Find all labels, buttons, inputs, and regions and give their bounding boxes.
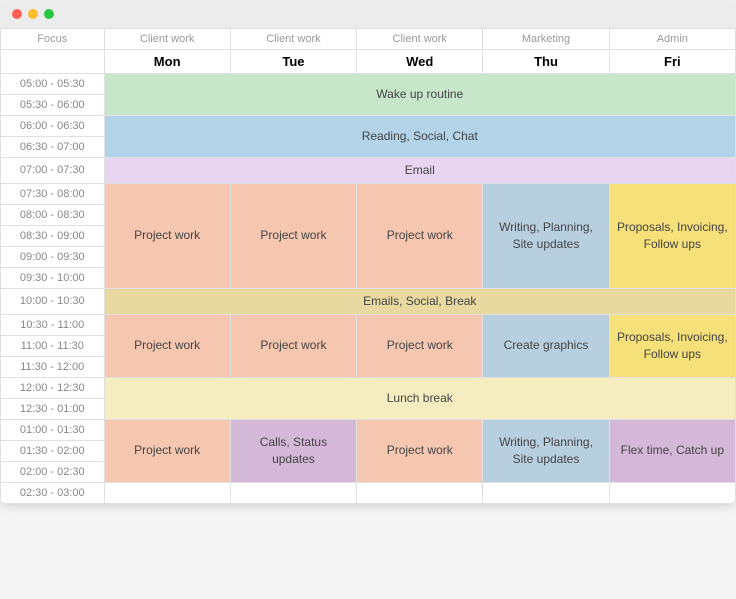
lunch-cell: Lunch break	[104, 377, 735, 419]
category-client-work-1: Client work	[104, 29, 230, 50]
empty-mon	[104, 482, 230, 503]
pw-mon-3-text: Project work	[134, 443, 200, 457]
pw-tue-1-text: Project work	[260, 228, 326, 242]
titlebar	[0, 0, 736, 28]
project-work-wed-3: Project work	[357, 419, 483, 482]
table-row: 10:30 - 11:00 Project work Project work …	[1, 314, 736, 335]
table-row: 07:30 - 08:00 Project work Project work …	[1, 183, 736, 204]
category-focus: Focus	[1, 29, 105, 50]
app-window: Focus Client work Client work Client wor…	[0, 0, 736, 504]
reading-cell: Reading, Social, Chat	[104, 116, 735, 158]
time-label: 01:30 - 02:00	[1, 440, 105, 461]
time-label: 08:30 - 09:00	[1, 225, 105, 246]
email-cell: Email	[104, 158, 735, 184]
writing-planning-thu-2: Writing, Planning, Site updates	[483, 419, 609, 482]
category-client-work-3: Client work	[357, 29, 483, 50]
day-fri: Fri	[609, 50, 735, 74]
writing-planning-thu-1: Writing, Planning, Site updates	[483, 183, 609, 288]
table-row: 12:00 - 12:30 Lunch break	[1, 377, 736, 398]
project-work-mon-3: Project work	[104, 419, 230, 482]
minimize-dot[interactable]	[28, 9, 38, 19]
time-label: 02:00 - 02:30	[1, 461, 105, 482]
time-label: 06:30 - 07:00	[1, 137, 105, 158]
flex-time-text: Flex time, Catch up	[621, 443, 724, 457]
table-row: 06:00 - 06:30 Reading, Social, Chat	[1, 116, 736, 137]
category-admin: Admin	[609, 29, 735, 50]
project-work-wed-2: Project work	[357, 314, 483, 377]
time-label: 01:00 - 01:30	[1, 419, 105, 440]
day-empty	[1, 50, 105, 74]
pw-wed-1-text: Project work	[387, 228, 453, 242]
time-label: 12:30 - 01:00	[1, 398, 105, 419]
time-label: 11:30 - 12:00	[1, 356, 105, 377]
category-marketing: Marketing	[483, 29, 609, 50]
proposals-fri-1: Proposals, Invoicing, Follow ups	[609, 183, 735, 288]
wake-up-cell: Wake up routine	[104, 74, 735, 116]
calls-status-text: Calls, Status updates	[260, 435, 327, 466]
time-label: 07:00 - 07:30	[1, 158, 105, 184]
time-label: 12:00 - 12:30	[1, 377, 105, 398]
project-work-mon-1: Project work	[104, 183, 230, 288]
pw-tue-2-text: Project work	[260, 338, 326, 352]
prop-fri-2-text: Proposals, Invoicing, Follow ups	[617, 330, 728, 361]
time-label: 06:00 - 06:30	[1, 116, 105, 137]
calls-status-tue: Calls, Status updates	[230, 419, 356, 482]
day-wed: Wed	[357, 50, 483, 74]
time-label: 05:30 - 06:00	[1, 95, 105, 116]
empty-wed	[357, 482, 483, 503]
day-thu: Thu	[483, 50, 609, 74]
wake-up-text: Wake up routine	[376, 87, 463, 101]
proposals-fri-2: Proposals, Invoicing, Follow ups	[609, 314, 735, 377]
table-row: 01:00 - 01:30 Project work Calls, Status…	[1, 419, 736, 440]
table-row: 07:00 - 07:30 Email	[1, 158, 736, 184]
time-label: 02:30 - 03:00	[1, 482, 105, 503]
create-graphics-thu: Create graphics	[483, 314, 609, 377]
emails-social-cell: Emails, Social, Break	[104, 288, 735, 314]
emails-social-text: Emails, Social, Break	[363, 294, 476, 308]
table-row: 02:30 - 03:00	[1, 482, 736, 503]
schedule-table: Focus Client work Client work Client wor…	[0, 28, 736, 504]
table-row: 10:00 - 10:30 Emails, Social, Break	[1, 288, 736, 314]
empty-tue	[230, 482, 356, 503]
project-work-wed-1: Project work	[357, 183, 483, 288]
email-text: Email	[405, 163, 435, 177]
create-graphics-text: Create graphics	[504, 338, 589, 352]
time-label: 11:00 - 11:30	[1, 335, 105, 356]
prop-fri-1-text: Proposals, Invoicing, Follow ups	[617, 220, 728, 251]
project-work-mon-2: Project work	[104, 314, 230, 377]
maximize-dot[interactable]	[44, 9, 54, 19]
time-label: 05:00 - 05:30	[1, 74, 105, 95]
day-tue: Tue	[230, 50, 356, 74]
pw-mon-2-text: Project work	[134, 338, 200, 352]
time-label: 10:00 - 10:30	[1, 288, 105, 314]
flex-time-fri: Flex time, Catch up	[609, 419, 735, 482]
wp-thu-2-text: Writing, Planning, Site updates	[499, 435, 593, 466]
reading-text: Reading, Social, Chat	[362, 129, 478, 143]
pw-mon-1-text: Project work	[134, 228, 200, 242]
time-label: 07:30 - 08:00	[1, 183, 105, 204]
project-work-tue-2: Project work	[230, 314, 356, 377]
day-mon: Mon	[104, 50, 230, 74]
wp-thu-1-text: Writing, Planning, Site updates	[499, 220, 593, 251]
pw-wed-2-text: Project work	[387, 338, 453, 352]
pw-wed-3-text: Project work	[387, 443, 453, 457]
time-label: 09:00 - 09:30	[1, 246, 105, 267]
table-row: 05:00 - 05:30 Wake up routine	[1, 74, 736, 95]
time-label: 08:00 - 08:30	[1, 204, 105, 225]
empty-fri	[609, 482, 735, 503]
lunch-text: Lunch break	[387, 391, 453, 405]
close-dot[interactable]	[12, 9, 22, 19]
time-label: 09:30 - 10:00	[1, 267, 105, 288]
time-label: 10:30 - 11:00	[1, 314, 105, 335]
project-work-tue-1: Project work	[230, 183, 356, 288]
category-client-work-2: Client work	[230, 29, 356, 50]
empty-thu	[483, 482, 609, 503]
